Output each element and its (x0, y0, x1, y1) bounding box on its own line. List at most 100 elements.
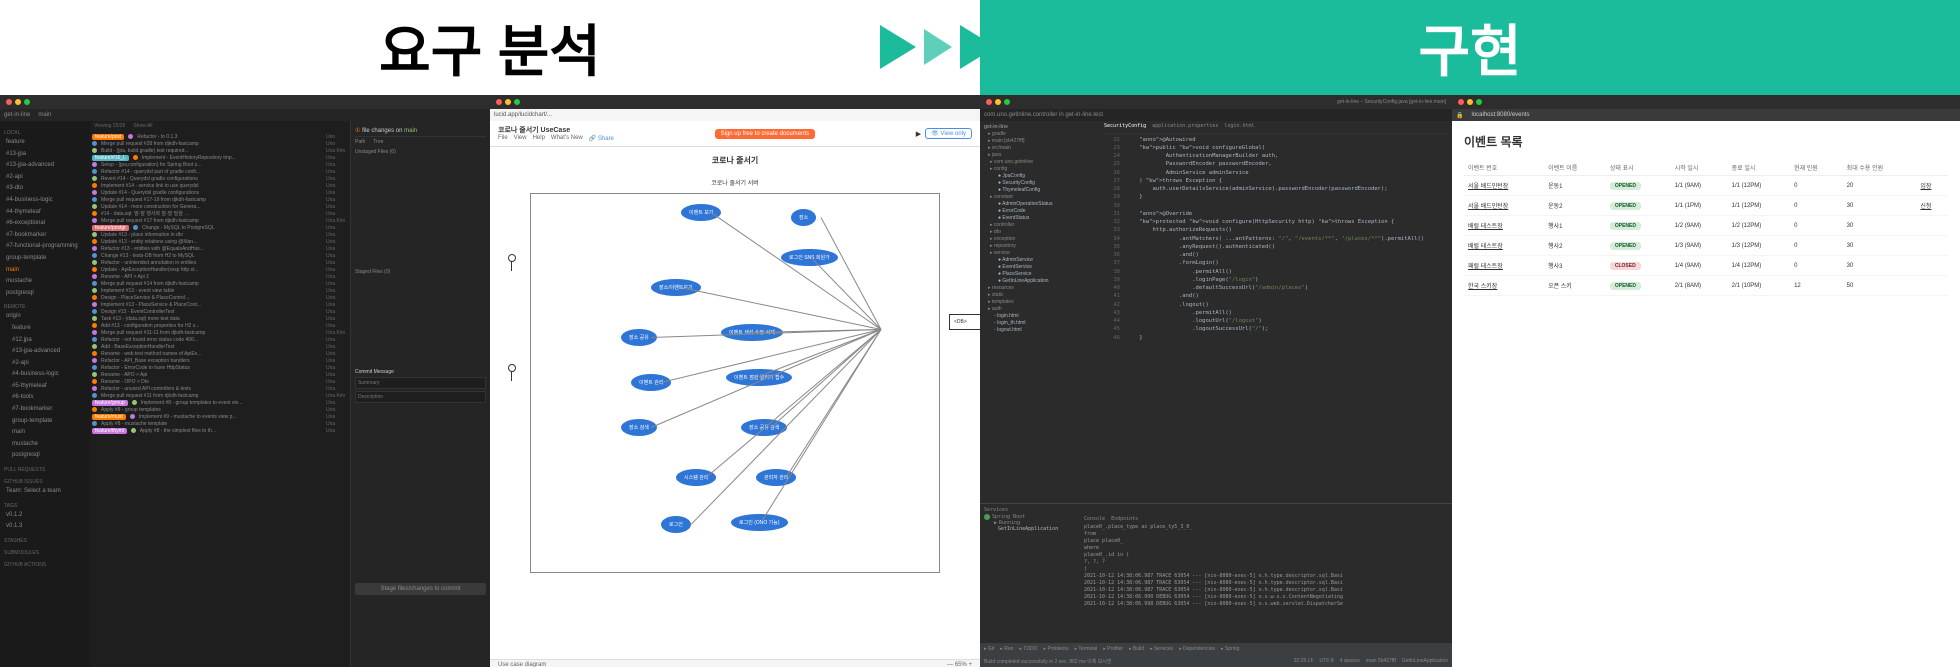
lucid-doc-title[interactable]: 코로나 줄서기 UseCase (498, 125, 614, 135)
minimize-icon[interactable] (15, 99, 21, 105)
branch-item[interactable]: #2-api (4, 172, 86, 184)
commit-row[interactable]: Merge pull request #17-19 from djkdh-fas… (92, 196, 348, 203)
git-graph[interactable]: Viewing 25/29 Show All feature/postRefac… (90, 121, 350, 667)
code-line[interactable]: 41 .and() (1104, 292, 1448, 300)
statusbar-item[interactable]: ▸ Spring (1221, 646, 1239, 652)
place-link[interactable]: 배럴 테스트장 (1468, 244, 1503, 250)
commit-row[interactable]: Implement #13 - event view tableUna (92, 287, 348, 294)
path-toggle[interactable]: Path (355, 139, 365, 145)
origin-branch-item[interactable]: postgresql (4, 450, 86, 462)
commit-summary-input[interactable] (355, 377, 486, 389)
commit-row[interactable]: Merge pull request #14 from djkdh-fastca… (92, 280, 348, 287)
code-line[interactable]: 42 .logout() (1104, 301, 1448, 309)
code-line[interactable]: 44 .logoutUrl("/logout") (1104, 317, 1448, 325)
code-line[interactable]: 32 "kw">protected "kw">void configure(Ht… (1104, 218, 1448, 226)
services-panel[interactable]: Services Spring Boot ▶ Running (980, 503, 1452, 643)
close-icon[interactable] (6, 99, 12, 105)
git-repo-tab[interactable]: get-in-line (4, 112, 30, 118)
external-actor[interactable]: <DB> (949, 314, 980, 330)
tree-item[interactable]: ▸ service (982, 249, 1098, 256)
tree-item[interactable]: ● AdminService (982, 256, 1098, 263)
code-line[interactable]: 29 } (1104, 193, 1448, 201)
commit-row[interactable]: Update #14 - Querydsl gradle configurati… (92, 189, 348, 196)
usecase-node[interactable]: 로그인 (661, 516, 691, 533)
usecase-node[interactable]: 로그인 (ONO 기능) (731, 514, 788, 531)
code-line[interactable]: 46 } (1104, 334, 1448, 342)
code-line[interactable]: 25 PasswordEncoder passwordEncoder, (1104, 160, 1448, 168)
tag-item[interactable]: v0.1.3 (4, 521, 86, 533)
statusbar-right-item[interactable]: 4 spaces (1340, 658, 1360, 664)
branch-label[interactable]: feature/thyml (92, 428, 127, 434)
close-icon[interactable] (1458, 99, 1464, 105)
staged-files[interactable]: Staged Files (0) (355, 267, 486, 277)
commit-row[interactable]: Refactor #13 - entities with @EqualsAndH… (92, 245, 348, 252)
tree-item[interactable]: ◦ login.html (982, 312, 1098, 319)
commit-row[interactable]: Design - PlaceService & PlaceControl...U… (92, 294, 348, 301)
code-editor[interactable]: SecurityConfigapplication.propertieslogi… (1100, 121, 1452, 503)
commit-row[interactable]: Refactor - API_Base exception handlersUn… (92, 357, 348, 364)
place-link[interactable]: 서울 배드민턴장 (1468, 204, 1508, 210)
statusbar-right-item[interactable]: GetInLineApplication (1402, 658, 1448, 664)
tree-item[interactable]: ● SecurityConfig (982, 179, 1098, 186)
tree-item[interactable]: ● AdminOperationStatus (982, 200, 1098, 207)
tree-item[interactable]: ● JpaConfig (982, 172, 1098, 179)
running-app[interactable]: GetInLineApplication (984, 526, 1084, 532)
code-line[interactable]: 23 "kw">public "kw">void configureGlobal… (1104, 144, 1448, 152)
code-line[interactable]: 24 AuthenticationManagerBuilder auth, (1104, 152, 1448, 160)
maximize-icon[interactable] (1476, 99, 1482, 105)
sidebar-section-stashes[interactable]: STASHES (4, 537, 86, 545)
statusbar-right-item[interactable]: 32:25 LF (1294, 658, 1314, 664)
commit-row[interactable]: Update #13 - entity relations using @Man… (92, 238, 348, 245)
place-link[interactable]: 패럴 테스트장 (1468, 264, 1503, 270)
present-icon[interactable]: ▶ (916, 130, 921, 138)
statusbar-item[interactable]: ▸ Services (1150, 646, 1173, 652)
editor-tab[interactable]: application.properties (1152, 123, 1218, 131)
code-line[interactable]: 30 (1104, 202, 1448, 210)
commit-row[interactable]: Build - (jpa, build.gradle) test require… (92, 147, 348, 154)
place-link[interactable]: 배럴 테스트장 (1468, 224, 1503, 230)
commit-row[interactable]: Apply #8 - mustache templateUna (92, 420, 348, 427)
commit-row[interactable]: Refactor - unintended annotation in enti… (92, 259, 348, 266)
lucid-menu-item[interactable]: What's New (551, 135, 583, 142)
filter-show-all[interactable]: Show All (133, 123, 152, 129)
sidebar-section-actions[interactable]: GITHUB ACTIONS (4, 561, 86, 569)
branch-item[interactable]: postgresql (4, 288, 86, 300)
statusbar-item[interactable]: ▸ Git (984, 646, 994, 652)
tree-toggle[interactable]: Tree (373, 139, 383, 145)
tree-item[interactable]: ▸ static (982, 291, 1098, 298)
tree-item[interactable]: ▸ config (982, 165, 1098, 172)
commit-row[interactable]: Refactor #14 - querydsl part of gradle c… (92, 168, 348, 175)
minimize-icon[interactable] (1467, 99, 1473, 105)
statusbar-item[interactable]: ▸ Dependencies (1179, 646, 1215, 652)
usecase-node[interactable]: 이벤트 보기 (681, 204, 721, 221)
sign-up-button[interactable]: Sign up free to create documents (715, 129, 815, 139)
tree-item[interactable]: ◦ logout.html (982, 326, 1098, 333)
code-line[interactable]: 27 ) "kw">throws Exception { (1104, 177, 1448, 185)
close-icon[interactable] (496, 99, 502, 105)
commit-row[interactable]: Rename - API > Api 2Una (92, 273, 348, 280)
statusbar-right-item[interactable]: UTF-8 (1320, 658, 1334, 664)
row-action-link[interactable]: 입장 (1920, 184, 1931, 190)
branch-item[interactable]: #3-dto (4, 183, 86, 195)
commit-row[interactable]: Revert #14 - Querydsl gradle configurati… (92, 175, 348, 182)
branch-label[interactable]: feature/postgr (92, 225, 129, 231)
commit-row[interactable]: Implement #13 - PlaceService & PlaceCont… (92, 301, 348, 308)
code-line[interactable]: 39 .loginPage("/login") (1104, 276, 1448, 284)
commit-row[interactable]: Refactor - unused API controllers & test… (92, 385, 348, 392)
code-line[interactable]: 40 .defaultSuccessUrl("/admin/places") (1104, 284, 1448, 292)
place-link[interactable]: 한국 스키장 (1468, 284, 1497, 290)
footer-tab[interactable]: Use case diagram (498, 662, 546, 667)
branch-item[interactable]: #7-functional-programming (4, 241, 86, 253)
share-button[interactable]: 🔗 Share (589, 135, 614, 142)
place-link[interactable]: 서울 배드민턴장 (1468, 184, 1508, 190)
tag-item[interactable]: v0.1.2 (4, 510, 86, 522)
tree-item[interactable]: ▸ repository (982, 242, 1098, 249)
tree-item[interactable]: ▸ controller (982, 221, 1098, 228)
usecase-node[interactable]: 장소 (791, 209, 816, 226)
origin-branch-item[interactable]: #12.jpa (4, 335, 86, 347)
commit-row[interactable]: feature/postRefactor - to 0.1.3Uno (92, 133, 348, 140)
origin-branch-item[interactable]: #13-jpa-advanced (4, 346, 86, 358)
commit-row[interactable]: Rename - APO > ApiUna (92, 371, 348, 378)
tree-item[interactable]: ◦ login_th.html (982, 319, 1098, 326)
git-branch[interactable]: main (38, 112, 51, 118)
